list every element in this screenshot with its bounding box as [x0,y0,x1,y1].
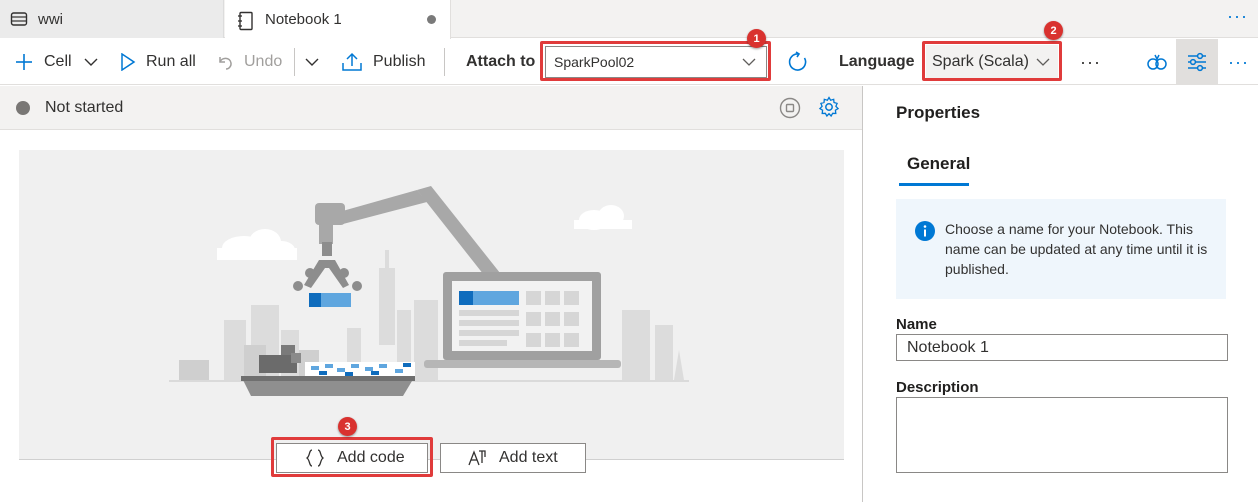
plus-icon [16,54,32,70]
undo-icon [219,57,232,70]
add-code-button[interactable]: Add code [276,443,428,473]
chevron-down-icon [742,58,756,66]
stop-session-button[interactable] [779,97,801,122]
upload-icon [342,52,362,71]
notebook-toolbar: Cell Run all Undo Publish Attach to Spar… [0,21,1258,85]
toolbar-overflow-button[interactable]: ··· [1228,39,1249,85]
notebook-canvas: Add code 3 Add text [0,130,862,502]
properties-toggle-button[interactable] [1176,39,1218,85]
callout-badge-3: 3 [338,417,357,436]
attach-to-select[interactable]: SparkPool02 [545,46,767,78]
refresh-icon [788,51,807,71]
publish-label: Publish [373,53,426,70]
chevron-down-icon [84,58,98,66]
attach-to-label: Attach to [466,53,536,70]
chevron-down-icon [305,58,319,66]
add-code-label: Add code [337,449,405,466]
tab-notebook-1[interactable]: Notebook 1 [225,0,451,39]
undo-label: Undo [244,53,283,70]
toolbar-more-button[interactable]: ··· [1080,39,1101,85]
publish-button[interactable]: Publish [341,39,425,85]
info-icon [915,221,935,241]
tab-bar: wwi Notebook 1 ··· [0,0,1258,39]
name-input[interactable]: Notebook 1 [896,334,1228,361]
status-indicator [16,101,30,115]
settings-sliders-icon [1188,52,1206,72]
callout-badge-1: 1 [747,29,766,48]
description-input[interactable] [896,397,1228,473]
stop-icon [779,97,801,119]
name-value: Notebook 1 [907,338,989,356]
name-label: Name [896,316,937,333]
run-all-button[interactable]: Run all [120,39,196,85]
properties-panel: Properties General Choose a name for you… [863,86,1258,502]
variables-button[interactable] [1146,39,1168,85]
refresh-button[interactable] [787,39,809,85]
active-tab-indicator [899,183,969,186]
toolbar-divider [444,48,445,76]
info-text: Choose a name for your Notebook. This na… [945,221,1208,277]
properties-title: Properties [896,103,981,122]
language-value: Spark (Scala) [932,52,1029,70]
session-settings-button[interactable] [818,96,840,121]
tab-wwi[interactable]: wwi [0,0,224,38]
undo-button[interactable]: Undo [216,39,282,85]
gear-icon [818,96,840,118]
tab-label: wwi [38,10,63,28]
tabbar-more-button[interactable]: ··· [1227,6,1248,27]
tab-general[interactable]: General [907,154,970,174]
add-cell-button[interactable]: Cell [14,39,98,85]
code-braces-icon [305,449,325,467]
info-message: Choose a name for your Notebook. This na… [896,199,1226,299]
undo-dropdown-button[interactable] [305,39,319,85]
crane-ship-illustration [169,186,689,396]
tab-label: Notebook 1 [265,11,342,28]
variables-icon [1147,54,1167,70]
session-status-text: Not started [45,99,124,116]
play-icon [121,53,136,71]
cell-label: Cell [44,53,72,70]
empty-notebook-illustration [19,150,844,460]
language-select[interactable]: Spark (Scala) [926,45,1058,78]
callout-badge-2: 2 [1044,21,1063,40]
notebook-icon [237,11,255,30]
chevron-down-icon [1036,58,1050,66]
add-text-button[interactable]: Add text [440,443,586,473]
add-text-label: Add text [499,449,558,466]
text-icon [468,450,486,466]
language-label: Language [839,53,915,70]
description-label: Description [896,379,979,396]
database-icon [10,10,28,28]
toolbar-divider [294,48,295,76]
session-status-bar: Not started [0,86,862,130]
attach-to-value: SparkPool02 [554,54,635,70]
unsaved-indicator [427,15,436,24]
run-all-label: Run all [146,53,196,70]
